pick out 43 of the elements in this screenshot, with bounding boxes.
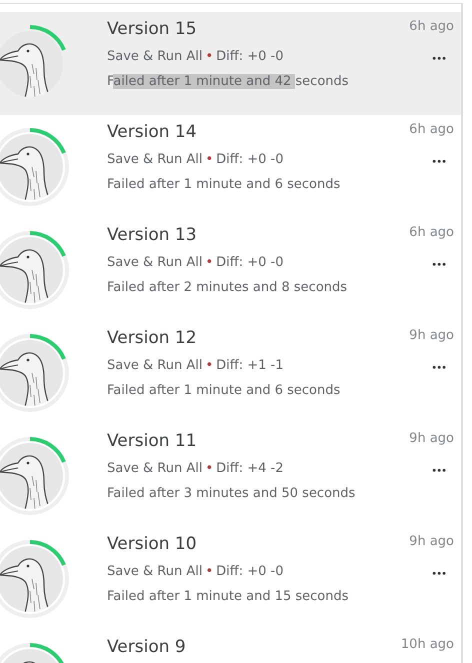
version-time: 9h ago xyxy=(409,327,454,345)
version-title: Version 12 xyxy=(107,327,197,350)
version-title: Version 13 xyxy=(107,224,197,247)
version-time: 6h ago xyxy=(409,224,454,242)
more-options-button[interactable]: ••• xyxy=(431,54,446,66)
version-title: Version 9 xyxy=(107,636,186,659)
more-options-button[interactable]: ••• xyxy=(431,466,446,478)
version-time: 10h ago xyxy=(400,636,454,654)
version-time: 9h ago xyxy=(409,430,454,448)
separator-dot: • xyxy=(206,358,214,373)
more-options-button[interactable]: ••• xyxy=(431,157,446,169)
diff-summary: Diff: +0 -0 xyxy=(216,49,284,64)
run-trigger: Save & Run All xyxy=(107,255,202,270)
version-title: Version 11 xyxy=(107,430,197,453)
more-options-button[interactable]: ••• xyxy=(431,569,446,581)
run-trigger: Save & Run All xyxy=(107,564,202,579)
run-status: Failed after 1 minute and 6 seconds xyxy=(107,382,340,400)
diff-summary: Diff: +0 -0 xyxy=(216,564,284,579)
diff-summary: Diff: +0 -0 xyxy=(216,152,284,167)
more-options-button[interactable]: ••• xyxy=(431,363,446,375)
separator-dot: • xyxy=(206,255,214,270)
run-status: Failed after 1 minute and 6 seconds xyxy=(107,176,340,194)
version-title: Version 10 xyxy=(107,533,197,556)
version-time: 6h ago xyxy=(409,18,454,36)
run-trigger: Save & Run All xyxy=(107,152,202,167)
version-title: Version 15 xyxy=(107,18,197,41)
run-trigger: Save & Run All xyxy=(107,358,202,373)
separator-dot: • xyxy=(206,49,214,64)
separator-dot: • xyxy=(206,461,214,476)
diff-summary: Diff: +1 -1 xyxy=(216,358,284,373)
run-status: Failed after 2 minutes and 8 seconds xyxy=(107,279,348,297)
version-time: 9h ago xyxy=(409,533,454,551)
version-time: 6h ago xyxy=(409,121,454,139)
diff-summary: Diff: +0 -0 xyxy=(216,255,284,270)
diff-summary: Diff: +4 -2 xyxy=(216,461,284,476)
separator-dot: • xyxy=(206,152,214,167)
run-status: Failed after 3 minutes and 50 seconds xyxy=(107,485,356,503)
more-options-button[interactable]: ••• xyxy=(431,260,446,272)
run-status: Failed after 1 minute and 15 seconds xyxy=(107,588,349,606)
separator-dot: • xyxy=(206,564,214,579)
run-trigger: Save & Run All xyxy=(107,49,202,64)
run-trigger: Save & Run All xyxy=(107,461,202,476)
version-title: Version 14 xyxy=(107,121,197,144)
